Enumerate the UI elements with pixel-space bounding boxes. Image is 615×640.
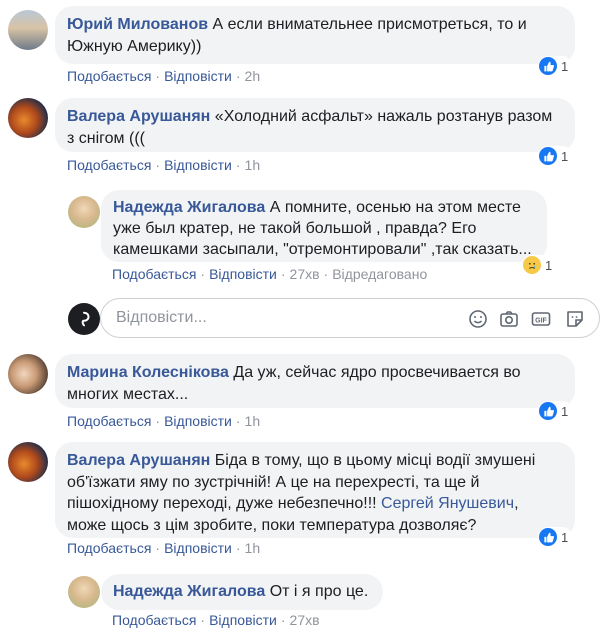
comment-text: з снігом ((( bbox=[67, 130, 145, 147]
comment-actions: Подобається · Відповісти · 1h bbox=[67, 413, 261, 429]
comment-text: А если внимательнее присмотреться, то и bbox=[212, 16, 527, 33]
comment-text: Да уж, сейчас ядро просвечивается во bbox=[233, 364, 521, 381]
comment-text: камешками засыпали, "отремонтировали" ,т… bbox=[113, 241, 532, 258]
user-avatar[interactable] bbox=[68, 303, 100, 335]
reaction-count[interactable]: 1 bbox=[538, 527, 573, 547]
comment-actions: Подобається · Відповісти · 2h bbox=[67, 68, 261, 84]
comment-actions: Подобається · Відповісти · 1h bbox=[67, 540, 261, 556]
comment-author[interactable]: Валера Арушанян bbox=[67, 108, 210, 125]
reaction-count[interactable]: 1 bbox=[538, 56, 573, 76]
timestamp[interactable]: 27хв bbox=[290, 266, 320, 282]
comment-bubble: Надежда Жигалова А помните, осенью на эт… bbox=[101, 190, 547, 262]
like-link[interactable]: Подобається bbox=[112, 612, 196, 628]
avatar[interactable] bbox=[68, 576, 100, 608]
reply-link[interactable]: Відповісти bbox=[209, 612, 277, 628]
avatar[interactable] bbox=[68, 196, 100, 228]
like-link[interactable]: Подобається bbox=[67, 413, 151, 429]
comment-text: може щось з цім зробите, поки температур… bbox=[67, 516, 477, 534]
like-icon bbox=[539, 57, 557, 75]
comment-author[interactable]: Валера Арушанян bbox=[67, 452, 210, 469]
timestamp[interactable]: 1h bbox=[245, 540, 261, 556]
svg-text:GIF: GIF bbox=[535, 318, 547, 325]
comment-bubble: Валера Арушанян «Холодний асфальт» нажал… bbox=[55, 98, 575, 152]
comment-bubble: Юрий Милованов А если внимательнее присм… bbox=[55, 6, 575, 64]
comment-text: Біда в тому, що в цьому місці водії змуш… bbox=[214, 452, 536, 469]
reply-placeholder: Відповісти... bbox=[116, 309, 207, 326]
comment-text: А помните, осенью на этом месте bbox=[269, 199, 521, 216]
comment-author[interactable]: Надежда Жигалова bbox=[113, 583, 265, 600]
like-icon bbox=[539, 528, 557, 546]
like-icon bbox=[539, 147, 557, 165]
avatar[interactable] bbox=[8, 98, 48, 138]
timestamp[interactable]: 2h bbox=[245, 68, 261, 84]
comment-text: Южную Америку)) bbox=[67, 38, 202, 55]
avatar[interactable] bbox=[8, 442, 48, 482]
comment-bubble: Надежда Жигалова От і я про це. bbox=[101, 574, 383, 610]
comment-actions: Подобається · Відповісти · 27хв bbox=[112, 612, 320, 628]
like-link[interactable]: Подобається bbox=[67, 157, 151, 173]
timestamp[interactable]: 1h bbox=[245, 413, 261, 429]
like-link[interactable]: Подобається bbox=[67, 540, 151, 556]
reply-link[interactable]: Відповісти bbox=[209, 266, 277, 282]
comment-text: «Холодний асфальт» нажаль розтанув разом bbox=[214, 108, 553, 125]
comment-actions: Подобається · Відповісти · 27хв · Відредагован… bbox=[112, 266, 428, 282]
sticker-icon[interactable] bbox=[564, 308, 586, 330]
gif-icon[interactable]: GIF bbox=[530, 308, 552, 330]
comment-text: об'їзжати яму по зустрічній! А це на пер… bbox=[67, 473, 480, 491]
timestamp[interactable]: 1h bbox=[245, 157, 261, 173]
comment-text: многих местах... bbox=[67, 386, 189, 403]
reply-link[interactable]: Відповісти bbox=[164, 540, 232, 556]
timestamp[interactable]: 27хв bbox=[290, 612, 320, 628]
reply-input[interactable]: Відповісти... GIF bbox=[100, 298, 600, 338]
emoji-icon[interactable] bbox=[467, 308, 489, 330]
like-link[interactable]: Подобається bbox=[112, 266, 196, 282]
sad-icon bbox=[523, 256, 541, 274]
comment-author[interactable]: Марина Колеснікова bbox=[67, 364, 229, 381]
comment-text: пішохідному переході, дуже небезпечно!!! bbox=[67, 495, 382, 512]
mention-link[interactable]: Сергей Янушевич bbox=[381, 495, 514, 512]
comment-bubble: Марина Колеснікова Да уж, сейчас ядро пр… bbox=[55, 354, 575, 408]
reaction-count[interactable]: 1 bbox=[538, 401, 573, 421]
comment-text: От і я про це. bbox=[269, 583, 369, 600]
reply-link[interactable]: Відповісти bbox=[164, 68, 232, 84]
reaction-count[interactable]: 1 bbox=[522, 255, 557, 275]
avatar[interactable] bbox=[8, 354, 48, 394]
comment-actions: Подобається · Відповісти · 1h bbox=[67, 157, 261, 173]
reply-link[interactable]: Відповісти bbox=[164, 413, 232, 429]
comment-bubble: Валера Арушанян Біда в тому, що в цьому … bbox=[55, 442, 575, 538]
reaction-count[interactable]: 1 bbox=[538, 146, 573, 166]
like-link[interactable]: Подобається bbox=[67, 68, 151, 84]
avatar[interactable] bbox=[8, 10, 48, 50]
comment-author[interactable]: Юрий Милованов bbox=[67, 16, 208, 33]
edited-label[interactable]: Відредаговано bbox=[332, 266, 427, 282]
reply-link[interactable]: Відповісти bbox=[164, 157, 232, 173]
like-icon bbox=[539, 402, 557, 420]
comment-text: уже был кратер, не такой большой , правд… bbox=[113, 220, 477, 237]
comment-author[interactable]: Надежда Жигалова bbox=[113, 199, 265, 216]
camera-icon[interactable] bbox=[498, 308, 520, 330]
